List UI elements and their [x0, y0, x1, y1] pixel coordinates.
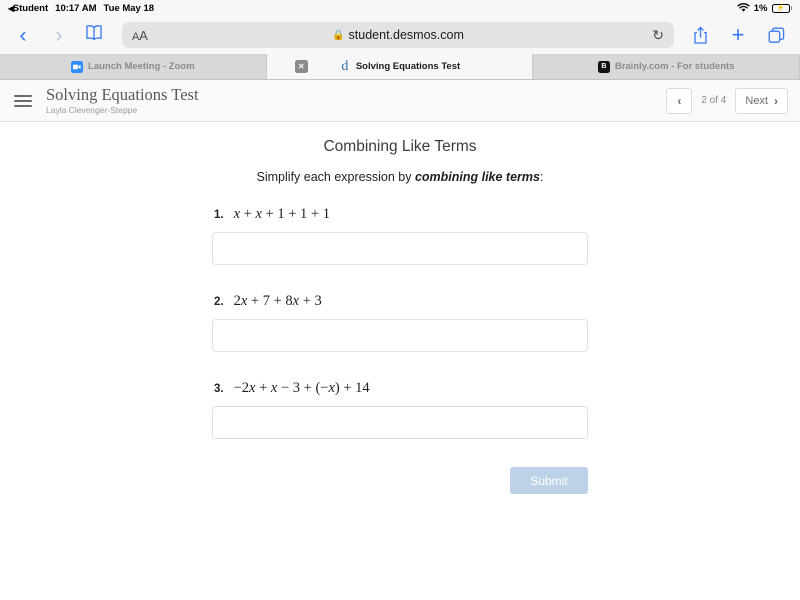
battery-charging-icon: ⚡ — [771, 3, 792, 13]
battery-percent-label: 1% — [753, 2, 768, 14]
desmos-icon: d — [341, 58, 349, 74]
problem-item-1: 1. x + x + 1 + 1 + 1 — [212, 206, 588, 285]
forward-button[interactable]: › — [48, 22, 70, 48]
address-bar[interactable]: AA 🔒 student.desmos.com ↻ — [122, 22, 674, 48]
student-name: Layla Clevenger-Steppe — [46, 105, 138, 116]
problem-item-2: 2. 2x + 7 + 8x + 3 — [212, 293, 588, 372]
problem-number: 1. — [214, 209, 224, 221]
close-icon[interactable]: ✕ — [294, 60, 308, 73]
submit-button[interactable]: Submit — [510, 467, 588, 494]
next-button-label: Next — [745, 94, 768, 107]
instructions-emphasis: combining like terms — [414, 170, 540, 184]
tabs-overview-button[interactable] — [764, 27, 788, 44]
answer-input-3[interactable] — [212, 406, 588, 439]
status-date: Tue May 18 — [103, 2, 155, 14]
browser-tab-label: Solving Equations Test — [355, 61, 461, 72]
ios-status-bar: ◀ Student 10:17 AM Tue May 18 1% ⚡ — [0, 0, 800, 16]
reload-icon[interactable]: ↻ — [652, 27, 664, 44]
url-text: student.desmos.com — [348, 28, 464, 42]
text-size-button[interactable]: AA — [132, 28, 148, 43]
new-tab-button[interactable]: + — [726, 24, 750, 46]
problem-item-3: 3. −2x + x − 3 + (−x) + 14 — [212, 380, 588, 459]
bookmarks-button[interactable] — [84, 24, 108, 46]
zoom-icon — [71, 60, 84, 73]
browser-toolbar: ‹ › AA 🔒 student.desmos.com ↻ + — [0, 16, 800, 54]
activity-screen: Combining Like Terms Simplify each expre… — [0, 122, 800, 596]
status-back-app-label: Student — [12, 2, 49, 14]
problem-expression: −2x + x − 3 + (−x) + 14 — [233, 380, 370, 396]
hamburger-menu-icon[interactable] — [14, 94, 32, 107]
plus-icon: + — [731, 22, 745, 47]
browser-tab-label: Brainly.com - For students — [614, 61, 735, 72]
activity-header: Solving Equations Test Layla Clevenger-S… — [0, 80, 800, 122]
pagination-controls: ‹ 2 of 4 Next › — [666, 87, 788, 114]
browser-tab-brainly[interactable]: B Brainly.com - For students — [533, 54, 800, 79]
tab-strip: Launch Meeting - Zoom ✕ d Solving Equati… — [0, 54, 800, 80]
answer-input-2[interactable] — [212, 319, 588, 352]
problem-expression: 2x + 7 + 8x + 3 — [233, 293, 322, 309]
lock-icon: 🔒 — [332, 29, 345, 41]
instructions-suffix: : — [539, 170, 544, 184]
status-back-app[interactable]: ◀ Student — [8, 3, 48, 14]
problem-number: 2. — [214, 296, 224, 308]
browser-tab-desmos[interactable]: ✕ d Solving Equations Test — [266, 54, 534, 79]
problem-number: 3. — [214, 383, 224, 395]
problem-expression: x + x + 1 + 1 + 1 — [233, 206, 330, 222]
chevron-right-icon: › — [55, 23, 63, 47]
screen-title: Combining Like Terms — [323, 138, 477, 155]
chevron-right-icon: › — [774, 93, 778, 108]
chevron-left-icon: ‹ — [19, 23, 27, 47]
browser-tab-zoom[interactable]: Launch Meeting - Zoom — [0, 54, 267, 79]
instructions: Simplify each expression by combining li… — [0, 170, 800, 184]
page-indicator: 2 of 4 — [701, 95, 727, 106]
page-title: Solving Equations Test — [46, 84, 199, 104]
browser-tab-label: Launch Meeting - Zoom — [88, 61, 195, 72]
chevron-left-icon: ‹ — [677, 93, 682, 108]
status-time: 10:17 AM — [55, 2, 97, 14]
problem-list: 1. x + x + 1 + 1 + 1 2. 2x + 7 + 8x + 3 … — [212, 206, 588, 459]
previous-screen-button[interactable]: ‹ — [666, 87, 693, 114]
back-button[interactable]: ‹ — [12, 22, 34, 48]
share-button[interactable] — [688, 25, 712, 45]
brainly-icon: B — [597, 60, 610, 73]
instructions-prefix: Simplify each expression by — [256, 170, 415, 184]
next-screen-button[interactable]: Next › — [735, 87, 788, 114]
wifi-icon — [737, 3, 750, 13]
answer-input-1[interactable] — [212, 232, 588, 265]
